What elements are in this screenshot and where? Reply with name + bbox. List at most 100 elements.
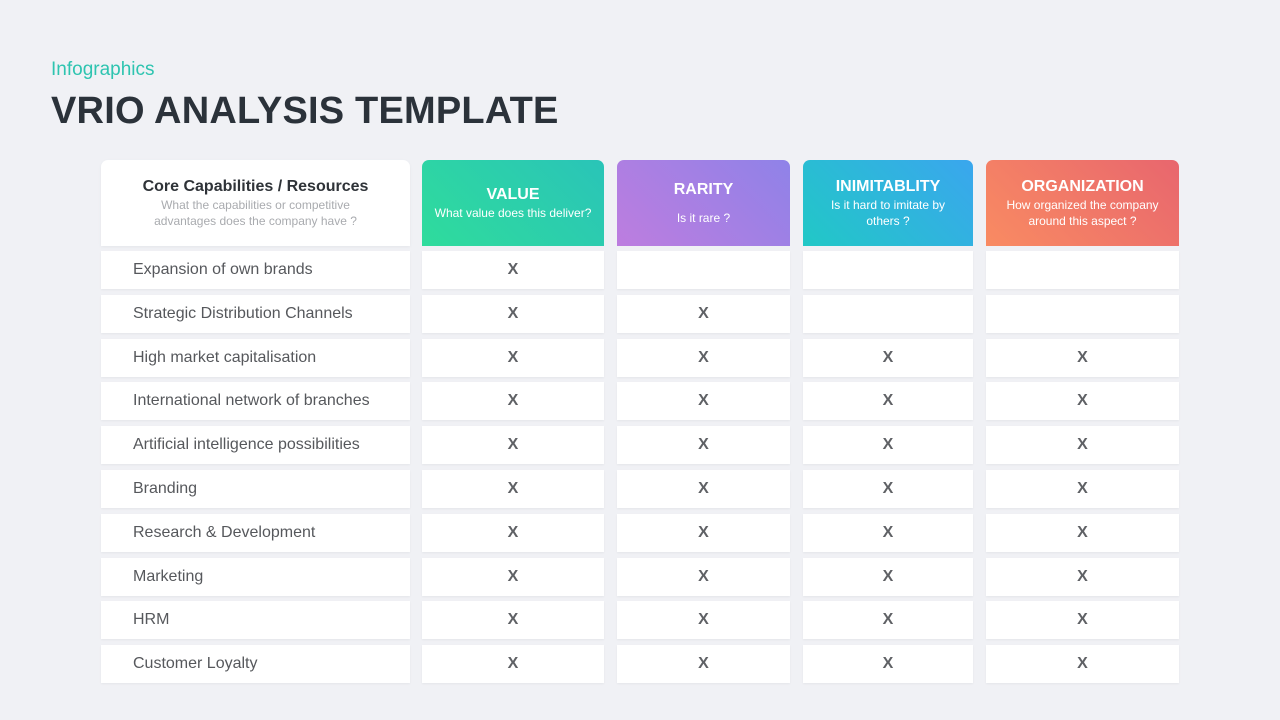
x-mark: X [882, 568, 894, 585]
cell-inimitability: X [803, 339, 973, 377]
cell-value: X [422, 558, 604, 596]
x-mark: X [1077, 392, 1088, 409]
cell-inimitability: X [803, 514, 973, 552]
x-mark: X [507, 305, 519, 322]
x-mark: X [698, 480, 709, 497]
cell-organization [986, 295, 1179, 333]
row-label: Research & Development [101, 514, 410, 552]
x-mark: X [1077, 349, 1088, 366]
header-organization: ORGANIZATION How organized the company a… [986, 160, 1179, 246]
header-rarity: RARITY Is it rare ? [617, 160, 790, 246]
x-mark: X [507, 261, 519, 278]
x-mark: X [882, 524, 894, 541]
header-inimitability: INIMITABLITY Is it hard to imitate by ot… [803, 160, 973, 246]
cell-rarity: X [617, 470, 790, 508]
header-core-capabilities: Core Capabilities / Resources What the c… [101, 160, 410, 246]
cell-rarity: X [617, 382, 790, 420]
cell-inimitability: X [803, 558, 973, 596]
cell-inimitability: X [803, 470, 973, 508]
x-mark: X [1077, 611, 1088, 628]
row-label: Customer Loyalty [101, 645, 410, 683]
cell-rarity: X [617, 514, 790, 552]
cell-inimitability [803, 251, 973, 289]
cell-organization: X [986, 558, 1179, 596]
cell-inimitability: X [803, 601, 973, 639]
header-subtitle: Is it hard to imitate by others ? [830, 198, 946, 228]
cell-value: X [422, 339, 604, 377]
x-mark: X [698, 655, 709, 672]
x-mark: X [698, 349, 709, 366]
cell-rarity: X [617, 558, 790, 596]
x-mark: X [1077, 524, 1088, 541]
cell-organization [986, 251, 1179, 289]
cell-value: X [422, 251, 604, 289]
x-mark: X [698, 568, 709, 585]
cell-organization: X [986, 514, 1179, 552]
cell-inimitability [803, 295, 973, 333]
row-label: Artificial intelligence possibilities [101, 426, 410, 464]
cell-organization: X [986, 470, 1179, 508]
row-label: Strategic Distribution Channels [101, 295, 410, 333]
row-label: High market capitalisation [101, 339, 410, 377]
x-mark: X [507, 392, 519, 409]
cell-value: X [422, 426, 604, 464]
x-mark: X [1077, 655, 1088, 672]
cell-rarity [617, 251, 790, 289]
cell-inimitability: X [803, 426, 973, 464]
x-mark: X [507, 611, 519, 628]
cell-value: X [422, 514, 604, 552]
x-mark: X [507, 349, 519, 366]
header-title: INIMITABLITY [835, 178, 941, 195]
page-title: VRIO ANALYSIS TEMPLATE [51, 90, 559, 132]
column-organization: ORGANIZATION How organized the company a… [986, 160, 1179, 246]
cell-value: X [422, 645, 604, 683]
cell-organization: X [986, 601, 1179, 639]
x-mark: X [507, 480, 519, 497]
header-subtitle: Is it rare ? [676, 211, 731, 225]
row-label: HRM [101, 601, 410, 639]
x-mark: X [882, 349, 894, 366]
x-mark: X [698, 305, 709, 322]
x-mark: X [507, 655, 519, 672]
x-mark: X [882, 611, 894, 628]
header-title: VALUE [486, 186, 540, 203]
row-label: Marketing [101, 558, 410, 596]
cell-organization: X [986, 426, 1179, 464]
header-subtitle: What the capabilities or competitive adv… [154, 198, 357, 228]
column-inimitability: INIMITABLITY Is it hard to imitate by ot… [803, 160, 973, 246]
row-label: Branding [101, 470, 410, 508]
header-subtitle: How organized the company around this as… [1006, 198, 1159, 228]
x-mark: X [507, 568, 519, 585]
cell-rarity: X [617, 339, 790, 377]
x-mark: X [882, 655, 894, 672]
column-core-capabilities: Core Capabilities / Resources What the c… [101, 160, 410, 246]
x-mark: X [698, 392, 709, 409]
x-mark: X [698, 524, 709, 541]
column-value: VALUE What value does this deliver? [422, 160, 604, 246]
x-mark: X [1077, 436, 1088, 453]
cell-value: X [422, 295, 604, 333]
cell-rarity: X [617, 426, 790, 464]
cell-organization: X [986, 382, 1179, 420]
x-mark: X [698, 436, 709, 453]
cell-inimitability: X [803, 645, 973, 683]
header-title: RARITY [673, 181, 734, 198]
x-mark: X [882, 480, 894, 497]
cell-value: X [422, 382, 604, 420]
cell-rarity: X [617, 601, 790, 639]
header-subtitle: What value does this deliver? [434, 206, 592, 220]
x-mark: X [882, 392, 894, 409]
cell-organization: X [986, 339, 1179, 377]
x-mark: X [507, 524, 519, 541]
header-title: ORGANIZATION [1021, 178, 1144, 195]
x-mark: X [1077, 568, 1088, 585]
cell-rarity: X [617, 295, 790, 333]
x-mark: X [882, 436, 894, 453]
x-mark: X [507, 436, 519, 453]
row-label: International network of branches [101, 382, 410, 420]
slide: Infographics VRIO ANALYSIS TEMPLATE Core… [0, 0, 1280, 720]
cell-value: X [422, 601, 604, 639]
row-label: Expansion of own brands [101, 251, 410, 289]
header-value: VALUE What value does this deliver? [422, 160, 604, 246]
eyebrow-label: Infographics [51, 59, 155, 80]
